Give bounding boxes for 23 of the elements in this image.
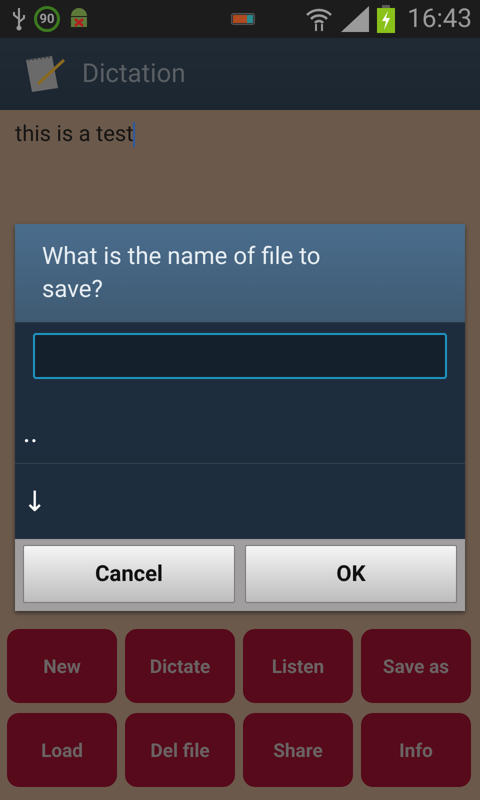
text-editor[interactable]: this is a test <box>15 122 136 147</box>
action-button[interactable]: Load <box>7 713 117 787</box>
action-button[interactable]: Listen <box>243 629 353 703</box>
action-button[interactable]: Info <box>361 713 471 787</box>
filename-field[interactable] <box>33 333 447 379</box>
signal-icon <box>341 6 370 32</box>
action-button[interactable]: Del file <box>125 713 235 787</box>
clock: 16:43 <box>407 4 472 34</box>
wifi-icon <box>305 6 334 32</box>
battery-charging-icon <box>377 5 396 33</box>
action-button[interactable]: Save as <box>361 629 471 703</box>
action-button[interactable]: Share <box>243 713 353 787</box>
action-button[interactable]: Dictate <box>125 629 235 703</box>
battery-indicator-icon <box>231 13 256 25</box>
ok-button[interactable]: OK <box>245 545 457 603</box>
app-title: Dictation <box>82 59 186 89</box>
usb-icon <box>12 7 26 31</box>
dialog-title: What is the name of file to save? <box>15 224 465 323</box>
file-list-item[interactable]: .. <box>15 379 465 463</box>
cancel-button[interactable]: Cancel <box>23 545 235 603</box>
notepad-pencil-icon <box>24 54 68 94</box>
status-badge: 90 <box>34 6 60 32</box>
action-button[interactable]: New <box>7 629 117 703</box>
